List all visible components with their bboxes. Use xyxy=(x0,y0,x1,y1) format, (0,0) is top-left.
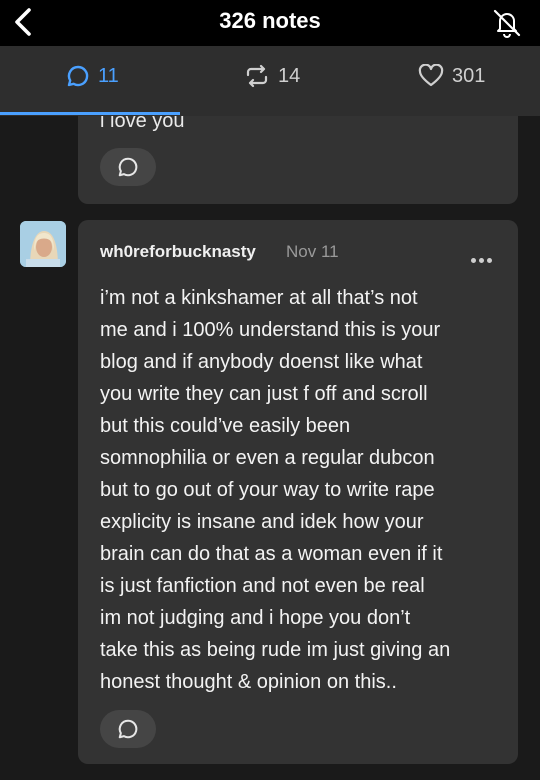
avatar[interactable] xyxy=(20,221,66,267)
reply-button[interactable] xyxy=(100,710,156,748)
note-date: Nov 11 xyxy=(286,242,339,261)
tab-likes[interactable]: 301 xyxy=(418,64,485,88)
note-line: blog and if anybody doenst like what xyxy=(100,351,423,373)
reply-bubble-icon xyxy=(118,157,138,177)
tab-reblogs[interactable]: 14 xyxy=(244,64,300,88)
note-line: is just fanfiction and not even be real xyxy=(100,575,425,597)
note-line: brain can do that as a woman even if it xyxy=(100,543,443,565)
tab-replies[interactable]: 11 xyxy=(66,64,119,88)
tab-reblogs-count: 14 xyxy=(278,64,301,87)
reply-bubble-icon xyxy=(118,719,138,739)
note-line: i’m not a kinkshamer at all that’s not xyxy=(100,287,418,309)
note-line: im not judging and i hope you don’t xyxy=(100,607,411,629)
note-line: me and i 100% understand this is your xyxy=(100,319,441,341)
note-username[interactable]: wh0reforbucknasty xyxy=(100,242,256,262)
tab-replies-count: 11 xyxy=(98,64,119,87)
more-dots-icon[interactable] xyxy=(468,250,492,268)
note-body: i’m not a kinkshamer at all that’s not m… xyxy=(100,282,510,698)
note-card: wh0reforbucknasty Nov 11 i’m not a kinks… xyxy=(78,220,518,764)
reply-bubble-icon xyxy=(67,65,89,87)
note-line: somnophilia or even a regular dubcon xyxy=(100,447,435,469)
note-line: but this could’ve easily been xyxy=(100,415,351,437)
notes-tabs: 11 14 301 xyxy=(0,46,540,116)
bell-off-icon[interactable] xyxy=(490,6,524,40)
tab-likes-count: 301 xyxy=(452,64,486,87)
reply-button[interactable] xyxy=(100,148,156,186)
note-line: take this as being rude im just giving a… xyxy=(100,639,451,661)
note-line: honest thought & opinion on this.. xyxy=(100,671,397,693)
note-line: you write they can just f off and scroll xyxy=(100,383,428,405)
heart-icon xyxy=(418,64,444,87)
top-bar: 326 notes xyxy=(0,0,540,46)
reblog-icon xyxy=(246,64,268,88)
note-line: but to go out of your way to write rape xyxy=(100,479,435,501)
page-title: 326 notes xyxy=(219,8,321,33)
active-tab-indicator xyxy=(0,112,180,115)
note-line: explicity is insane and idek how your xyxy=(100,511,424,533)
